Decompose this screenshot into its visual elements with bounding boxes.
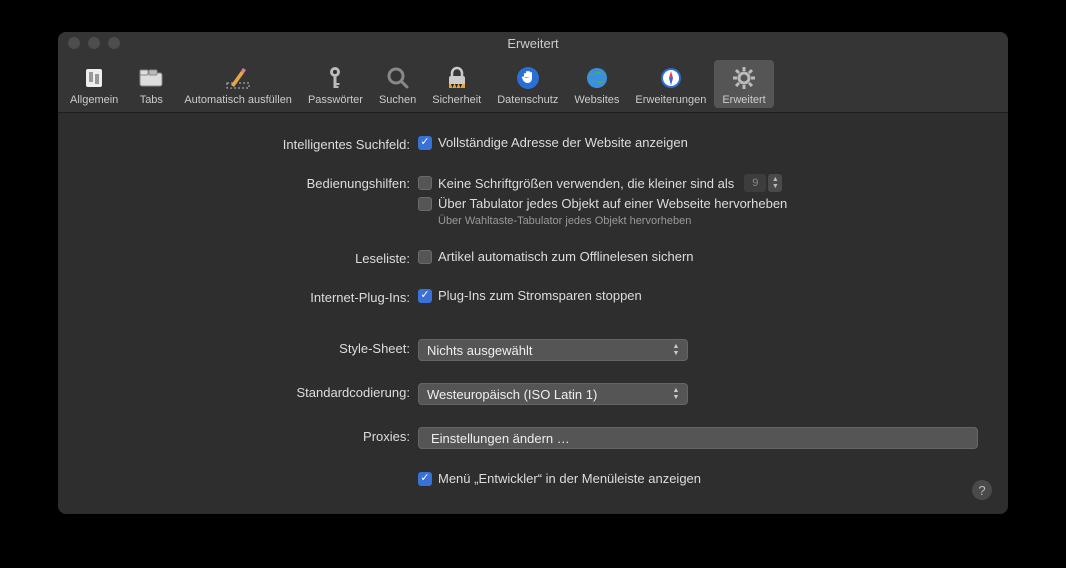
tab-highlight-note: Über Wahltaste-Tabulator jedes Objekt he… [418,215,978,227]
tab-search[interactable]: Suchen [371,60,424,108]
smart-search-label: Intelligentes Suchfeld: [88,135,418,152]
zoom-button[interactable] [108,37,120,49]
magnifier-icon [384,64,412,92]
stylesheet-label: Style-Sheet: [88,339,418,356]
tab-tabs[interactable]: Tabs [126,60,176,108]
popup-arrows-icon: ▲▼ [669,342,683,358]
popup-arrows-icon: ▲▼ [669,386,683,402]
stepper-arrows-icon: ▲▼ [768,174,782,192]
tab-privacy[interactable]: Datenschutz [489,60,566,108]
checkbox-min-font[interactable] [418,176,432,190]
checkbox-dev-menu-label: Menü „Entwickler“ in der Menüleiste anze… [438,471,701,486]
hand-icon [514,64,542,92]
encoding-label: Standardcodierung: [88,383,418,400]
window-title: Erweitert [58,36,1008,51]
plugins-label: Internet-Plug-Ins: [88,288,418,305]
content-pane: Intelligentes Suchfeld: Vollständige Adr… [58,113,1008,514]
stylesheet-value: Nichts ausgewählt [427,343,533,358]
pencil-icon [224,64,252,92]
tab-security[interactable]: Sicherheit [424,60,489,108]
toolbar: Allgemein Tabs Automatisch ausfüllen Pas… [58,54,1008,113]
checkbox-min-font-label: Keine Schriftgrößen verwenden, die klein… [438,176,734,191]
checkbox-offline-reading-label: Artikel automatisch zum Offlinelesen sic… [438,249,694,264]
tab-advanced[interactable]: Erweitert [714,60,773,108]
compass-icon [657,64,685,92]
checkbox-tab-highlight-label: Über Tabulator jedes Objekt auf einer We… [438,196,787,211]
checkbox-full-url-label: Vollständige Adresse der Website anzeige… [438,135,688,150]
preferences-window: Erweitert Allgemein Tabs Automatisch aus… [58,32,1008,514]
tab-general[interactable]: Allgemein [62,60,126,108]
encoding-popup[interactable]: Westeuropäisch (ISO Latin 1) ▲▼ [418,383,688,405]
tab-extensions[interactable]: Erweiterungen [627,60,714,108]
reading-list-label: Leseliste: [88,249,418,266]
tab-autofill[interactable]: Automatisch ausfüllen [176,60,300,108]
tab-passwords[interactable]: Passwörter [300,60,371,108]
checkbox-offline-reading[interactable] [418,250,432,264]
titlebar: Erweitert [58,32,1008,54]
checkbox-plugin-powersave[interactable] [418,289,432,303]
stylesheet-popup[interactable]: Nichts ausgewählt ▲▼ [418,339,688,361]
font-size-value: 9 [744,174,766,192]
checkbox-plugin-powersave-label: Plug-Ins zum Stromsparen stoppen [438,288,642,303]
key-icon [321,64,349,92]
lock-icon [443,64,471,92]
checkbox-dev-menu[interactable] [418,472,432,486]
close-button[interactable] [68,37,80,49]
gear-icon [730,64,758,92]
accessibility-label: Bedienungshilfen: [88,174,418,191]
proxies-label: Proxies: [88,427,418,444]
help-button[interactable]: ? [972,480,992,500]
tab-websites[interactable]: Websites [566,60,627,108]
globe-icon [583,64,611,92]
checkbox-full-url[interactable] [418,136,432,150]
tabs-icon [137,64,165,92]
minimize-button[interactable] [88,37,100,49]
encoding-value: Westeuropäisch (ISO Latin 1) [427,387,597,402]
font-size-stepper[interactable]: 9 ▲▼ [744,174,782,192]
proxies-button[interactable]: Einstellungen ändern … [418,427,978,449]
checkbox-tab-highlight[interactable] [418,197,432,211]
switch-icon [80,64,108,92]
window-controls [58,37,120,49]
